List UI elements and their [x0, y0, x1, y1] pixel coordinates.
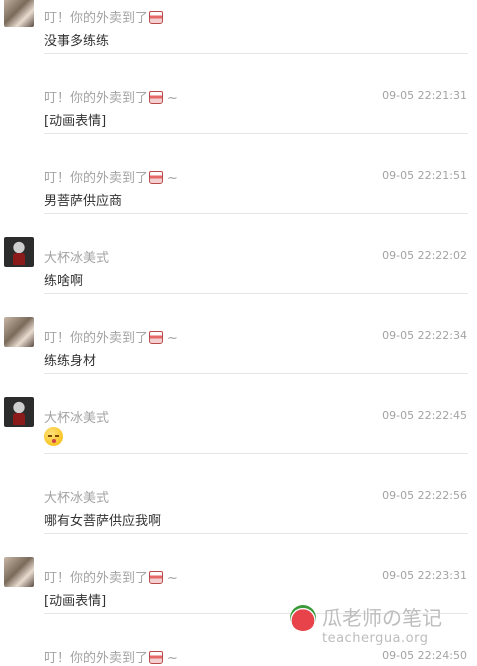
watermark: 瓜老师の笔记 teachergua.org — [290, 602, 475, 650]
message-item[interactable]: 大杯冰美式 09-05 22:22:45 — [0, 339, 477, 454]
message-item[interactable]: 大杯冰美式 09-05 22:22:56 哪有女菩萨供应我啊 — [0, 419, 477, 534]
message-item[interactable]: 叮！你的外卖到了 ~09-05 22:21:51 男菩萨供应商 — [0, 99, 477, 214]
chat-history: 叮！你的外卖到了 没事多练练 叮！你的外卖到了 ~09-05 22:21:31 [动画表… — [0, 0, 477, 666]
message-item[interactable]: 叮！你的外卖到了 ~09-05 22:22:34 练练身材 — [0, 259, 477, 374]
watermelon-icon — [290, 605, 316, 631]
sender-suffix: ~ — [167, 651, 178, 666]
message-item[interactable]: 叮！你的外卖到了 ~09-05 22:23:31 [动画表情] — [0, 499, 477, 614]
watermark-url: teachergua.org — [322, 631, 429, 646]
watermark-title: 瓜老师の笔记 — [322, 606, 442, 630]
sender-name: 叮！你的外卖到了 ~ — [44, 647, 178, 666]
message-item[interactable]: 叮！你的外卖到了 ~09-05 22:21:31 [动画表情] — [0, 19, 477, 134]
message-item[interactable]: 叮！你的外卖到了 没事多练练 — [0, 0, 477, 54]
message-item[interactable]: 大杯冰美式 09-05 22:22:02 练啥啊 — [0, 179, 477, 294]
sender-name-text: 叮！你的外卖到了 — [44, 651, 149, 666]
takeout-cup-icon — [149, 651, 164, 664]
